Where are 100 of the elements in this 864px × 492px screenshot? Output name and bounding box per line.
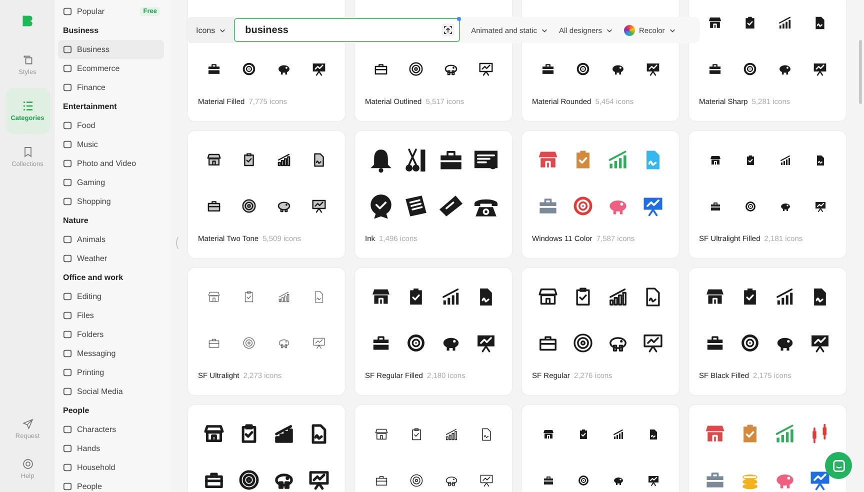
section-heading: Nature xyxy=(62,215,90,227)
tile-icon xyxy=(63,425,72,434)
tile-icon xyxy=(63,64,72,73)
briefcase-icon xyxy=(206,61,222,77)
category-item[interactable]: Hands xyxy=(58,439,164,458)
chevron-down-icon xyxy=(668,26,676,34)
lifebuoy-icon xyxy=(22,458,34,470)
store-icon xyxy=(206,152,222,168)
category-item[interactable]: Ecommerce xyxy=(58,59,164,78)
briefcase-icon xyxy=(707,61,723,77)
category-item[interactable]: Characters xyxy=(58,420,164,439)
document-icon xyxy=(311,152,327,168)
chevron-down-icon xyxy=(219,26,226,34)
briefcase-icon xyxy=(708,200,722,212)
notification-dot-icon xyxy=(457,17,462,21)
chart-icon xyxy=(277,290,291,304)
briefcase-icon xyxy=(373,61,389,77)
category-item[interactable]: Photo and Video xyxy=(58,154,164,173)
presentation-icon xyxy=(646,474,660,486)
category-item[interactable]: Finance xyxy=(58,78,164,97)
scrollbar-thumb[interactable] xyxy=(859,40,862,104)
presentation-icon xyxy=(312,336,326,350)
category-item[interactable]: Files xyxy=(58,306,164,325)
presentation-icon xyxy=(311,61,327,77)
category-item[interactable]: Weather xyxy=(58,249,164,268)
store-icon xyxy=(542,428,554,440)
target-icon xyxy=(241,61,257,77)
tile-icon xyxy=(63,121,72,130)
category-item[interactable]: Animals xyxy=(58,230,164,249)
chevron-down-icon xyxy=(606,26,613,34)
image-search-icon[interactable] xyxy=(441,23,456,37)
type-dropdown[interactable]: Icons xyxy=(186,17,234,43)
briefcase-icon xyxy=(206,198,222,214)
chart-icon xyxy=(778,154,792,166)
category-item[interactable]: Music xyxy=(58,135,164,154)
target-icon xyxy=(575,61,591,77)
target-icon xyxy=(572,332,594,354)
paper-plane-icon xyxy=(22,418,34,430)
tile-icon xyxy=(63,140,72,149)
target-icon xyxy=(408,472,424,488)
presentation-icon xyxy=(814,200,826,212)
search-field[interactable]: business xyxy=(234,18,460,42)
tile-icon xyxy=(63,235,72,244)
tile-icon xyxy=(63,482,72,491)
tile-icon xyxy=(63,197,72,206)
list-icon xyxy=(22,100,34,112)
target-icon xyxy=(571,194,595,218)
target-icon xyxy=(744,200,756,212)
store-icon xyxy=(708,154,722,166)
presentation-icon xyxy=(645,61,661,77)
stacked-squares-icon xyxy=(22,54,34,66)
category-item[interactable]: Food xyxy=(58,116,164,135)
section-heading: Business xyxy=(62,25,100,37)
tile-icon xyxy=(63,311,72,320)
clipboard-icon xyxy=(242,290,256,304)
category-item[interactable]: Household xyxy=(58,458,164,477)
section-heading: People xyxy=(62,405,90,417)
category-item[interactable]: Printing xyxy=(58,363,164,382)
presentation-icon xyxy=(812,61,828,77)
tile-icon xyxy=(63,45,72,54)
category-item[interactable]: Shopping xyxy=(58,192,164,211)
presentation-icon xyxy=(308,469,330,491)
store-icon xyxy=(203,423,225,445)
tile-icon xyxy=(63,254,72,263)
tile-icon xyxy=(63,387,72,396)
chart-icon xyxy=(607,286,629,308)
chart-icon xyxy=(612,428,624,440)
category-item[interactable]: Business xyxy=(58,40,164,59)
store-icon xyxy=(207,290,221,304)
target-icon xyxy=(742,61,758,77)
briefcase-icon xyxy=(207,336,221,350)
category-item[interactable]: Editing xyxy=(58,287,164,306)
target-icon xyxy=(242,336,256,350)
tile-icon xyxy=(63,159,72,168)
clipboard-icon xyxy=(241,152,257,168)
color-wheel-icon xyxy=(624,24,635,36)
target-icon xyxy=(739,332,761,354)
collapse-handle-icon[interactable] xyxy=(174,236,179,250)
presentation-icon xyxy=(311,198,327,214)
tile-icon xyxy=(63,178,72,187)
target-icon xyxy=(405,332,427,354)
category-item[interactable]: Folders xyxy=(58,325,164,344)
category-item[interactable]: People xyxy=(58,477,164,492)
chevron-down-icon xyxy=(541,26,548,34)
chart-icon xyxy=(276,152,292,168)
chat-bubble-icon xyxy=(832,458,846,472)
target-icon xyxy=(408,61,424,77)
tile-icon xyxy=(63,463,72,472)
target-icon xyxy=(241,198,257,214)
chart-icon xyxy=(444,426,458,442)
category-item[interactable]: Gaming xyxy=(58,173,164,192)
document-icon xyxy=(312,290,326,304)
category-item[interactable]: Messaging xyxy=(58,344,164,363)
target-icon xyxy=(238,469,260,491)
chart-icon xyxy=(777,15,793,31)
tile-icon xyxy=(63,292,72,301)
target-icon xyxy=(576,474,590,486)
tile-icon xyxy=(63,83,72,92)
category-item[interactable]: Social Media xyxy=(58,382,164,401)
section-heading: Entertainment xyxy=(62,101,118,113)
